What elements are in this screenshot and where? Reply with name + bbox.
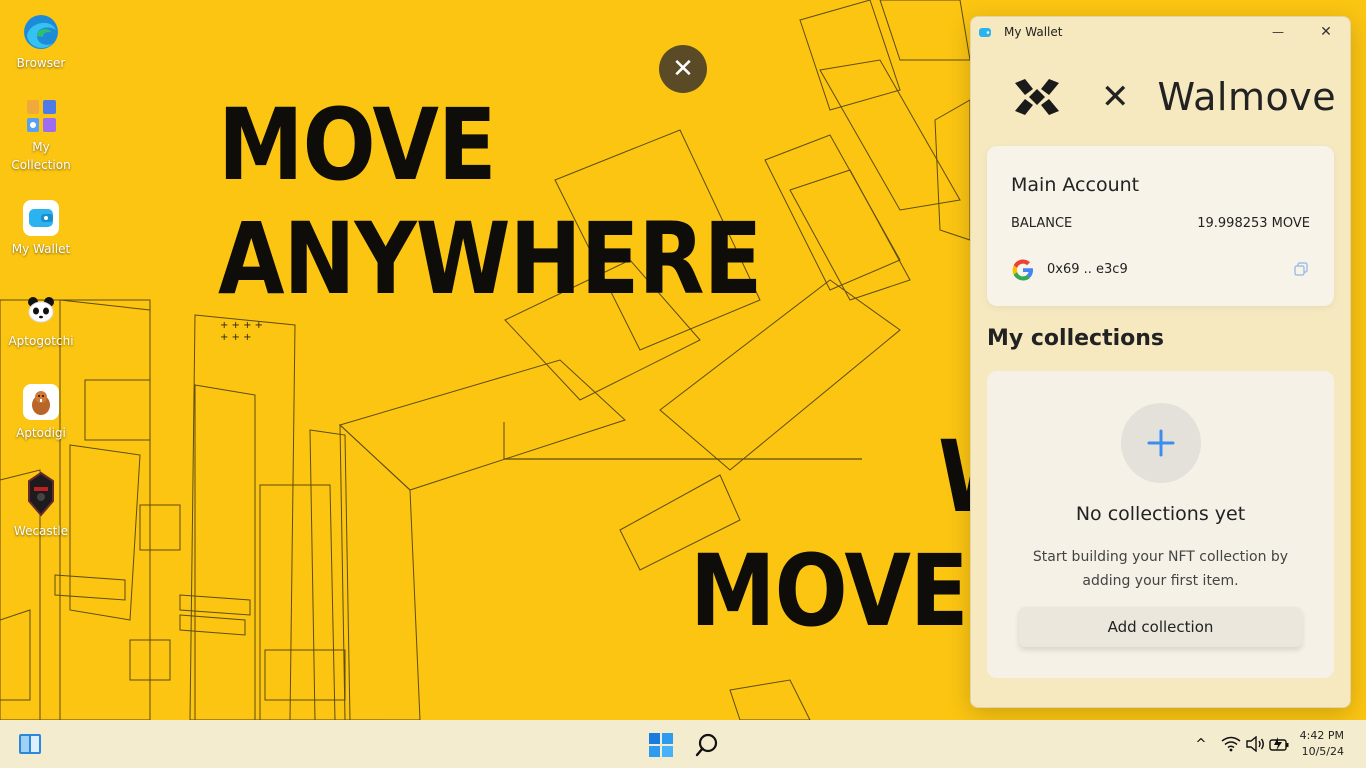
desktop-icon-my-collection[interactable]: My Collection — [4, 98, 78, 174]
minimize-button[interactable]: — — [1254, 17, 1302, 47]
wallet-address: 0x69 .. e3c9 — [1047, 262, 1128, 277]
close-icon: ✕ — [672, 54, 694, 84]
account-title: Main Account — [1011, 174, 1140, 196]
movement-logo-icon — [1015, 79, 1059, 115]
clock-time: 4:42 PM — [1299, 729, 1344, 742]
minimize-icon: — — [1272, 25, 1284, 39]
desktop-icon-wecastle[interactable]: Wecastle — [4, 470, 78, 540]
svg-text:+ + +: + + + — [220, 332, 252, 343]
taskbar: ^ 4:42 PM 10/5/24 — [0, 720, 1366, 768]
balance-value: 19.998253 MOVE — [1197, 216, 1310, 231]
brand-separator: ✕ — [1101, 77, 1130, 117]
edge-browser-icon — [23, 14, 59, 50]
widgets-button[interactable] — [16, 731, 44, 757]
wallet-titlebar[interactable]: My Wallet — ✕ — [971, 17, 1350, 47]
google-icon — [1012, 259, 1033, 281]
wallet-icon — [23, 200, 59, 236]
tray-expand-button[interactable]: ^ — [1192, 736, 1210, 752]
brand-name: Walmove — [1157, 75, 1337, 119]
desktop-icon-label: Aptogotchi — [8, 334, 74, 348]
search-button[interactable] — [692, 730, 722, 760]
volume-button[interactable] — [1244, 735, 1266, 753]
desktop-icon-label: Aptodigi — [16, 426, 66, 440]
add-collection-plus[interactable] — [1121, 403, 1201, 483]
window-close-button[interactable]: ✕ — [1302, 17, 1350, 47]
chevron-up-icon: ^ — [1195, 736, 1207, 752]
wallpaper-close-button[interactable]: ✕ — [659, 45, 707, 93]
tray-clock[interactable]: 4:42 PM 10/5/24 — [1300, 728, 1344, 760]
clock-date: 10/5/24 — [1301, 745, 1344, 758]
empty-state-title: No collections yet — [1075, 503, 1246, 525]
hero-title-line-2: ANYWHERE — [218, 201, 762, 317]
desktop-icon-aptodigi[interactable]: Aptodigi — [4, 384, 78, 442]
collection-icon — [23, 98, 59, 134]
search-icon — [695, 733, 718, 757]
close-icon: ✕ — [1320, 24, 1332, 40]
windows-start-icon — [649, 733, 673, 757]
battery-button[interactable] — [1268, 735, 1290, 753]
widgets-icon — [19, 734, 41, 754]
wifi-button[interactable] — [1220, 735, 1242, 753]
account-card: Main Account BALANCE 19.998253 MOVE 0x69… — [987, 146, 1334, 306]
wifi-icon — [1221, 736, 1241, 752]
start-button[interactable] — [646, 730, 676, 760]
beaver-icon — [23, 384, 59, 420]
svg-text:+ + + +: + + + + — [220, 320, 263, 331]
wallet-window: My Wallet — ✕ ✕ Walmove Main Account BAL… — [970, 16, 1351, 708]
brand-header: ✕ Walmove — [1013, 75, 1336, 119]
balance-label: BALANCE — [1011, 216, 1073, 231]
collections-empty-card: No collections yet Start building your N… — [987, 371, 1334, 678]
desktop-icon-label: My Wallet — [11, 242, 71, 256]
collections-heading: My collections — [987, 326, 1165, 351]
empty-state-description: Start building your NFT collection by ad… — [1032, 549, 1289, 589]
desktop-icon-label: Wecastle — [13, 524, 69, 538]
wallet-window-title: My Wallet — [1004, 25, 1063, 39]
desktop-icon-label: Browser — [16, 56, 66, 70]
desktop-icon-browser[interactable]: Browser — [4, 14, 78, 72]
plus-icon — [1147, 429, 1175, 457]
volume-icon — [1246, 736, 1264, 752]
desktop-icon-aptogotchi[interactable]: Aptogotchi — [4, 292, 78, 350]
desktop-icon-label: My Collection — [11, 140, 71, 172]
desktop: + + + + + + + MOVE ANYWHERE W MOVEM ✕ Br… — [0, 0, 1366, 720]
add-collection-button[interactable]: Add collection — [1019, 607, 1302, 647]
desktop-icon-my-wallet[interactable]: My Wallet — [4, 200, 78, 258]
hero-title-line-1: MOVE — [218, 87, 497, 203]
knight-icon — [21, 470, 61, 518]
copy-icon[interactable] — [1294, 262, 1308, 276]
battery-charging-icon — [1269, 737, 1289, 751]
panda-icon — [23, 292, 59, 328]
wallet-app-icon — [979, 28, 991, 37]
